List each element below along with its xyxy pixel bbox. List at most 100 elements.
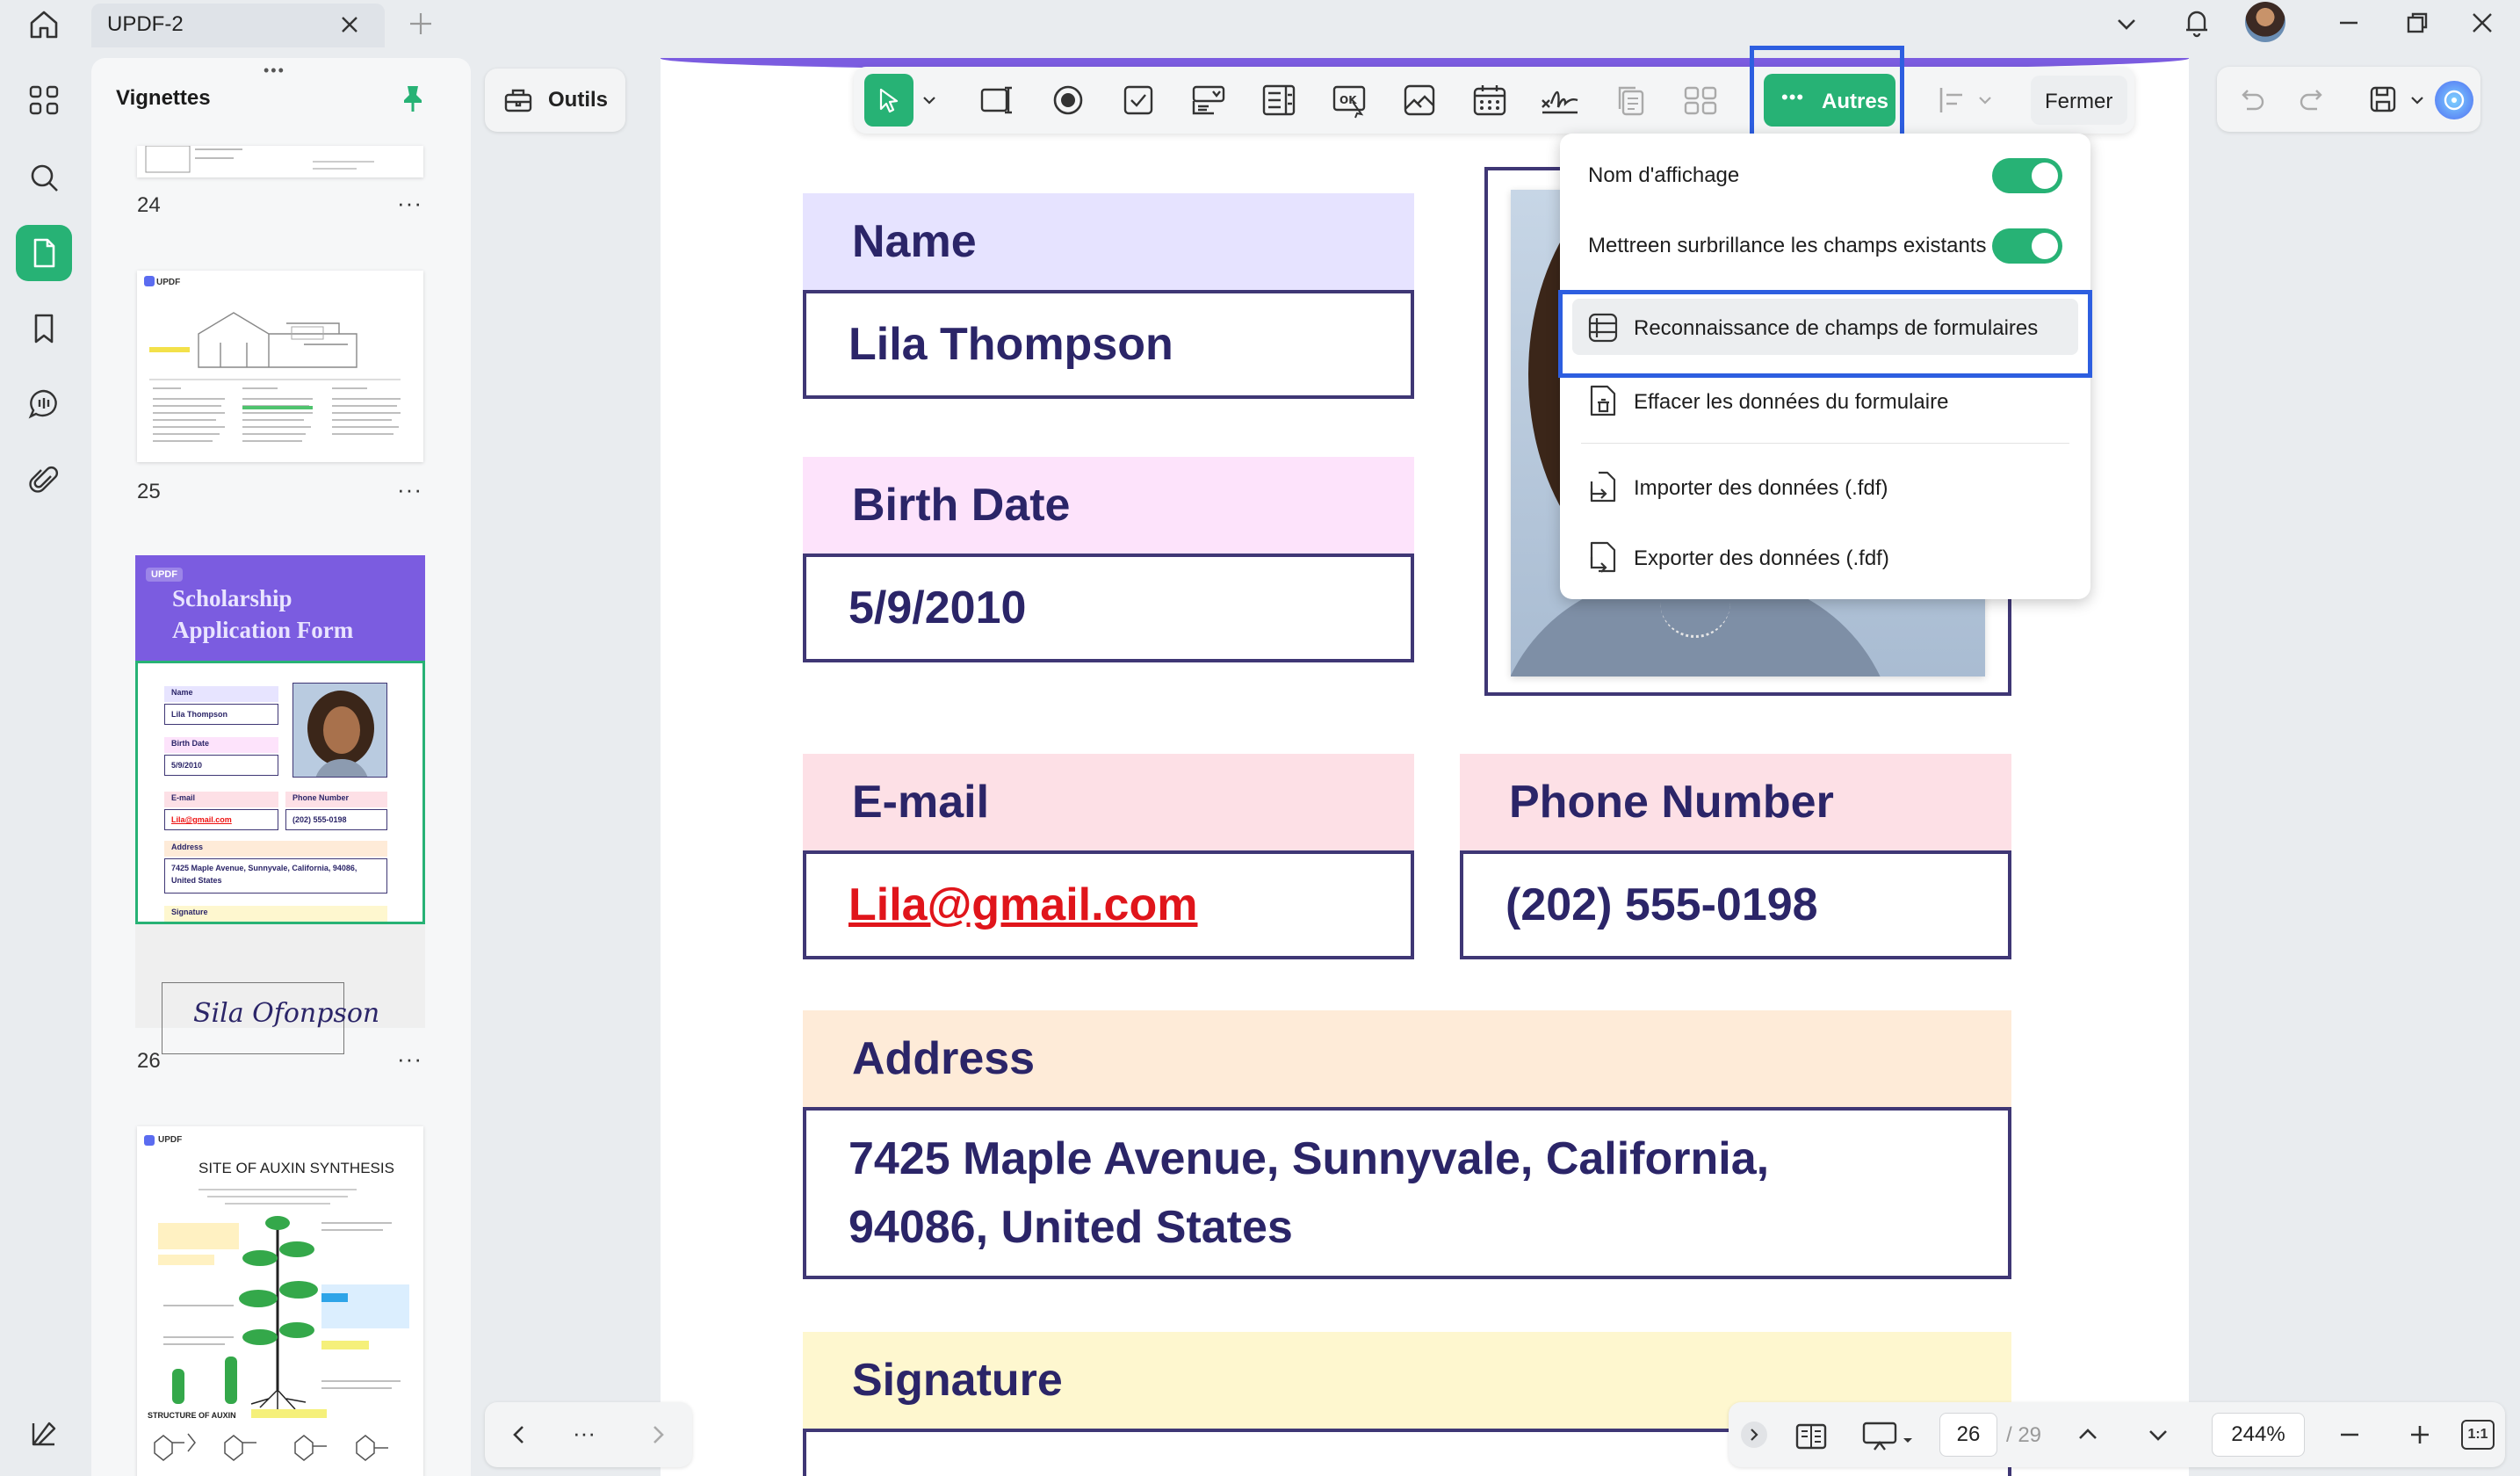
- menu-item-export-data[interactable]: Exporter des données (.fdf): [1572, 529, 2078, 585]
- tools-label: Outils: [548, 88, 609, 112]
- home-icon[interactable]: [26, 7, 61, 42]
- thumbnails-panel: ••• Vignettes 24 ··· UPDF 25 ··· UPDF Sc…: [91, 58, 471, 1476]
- chevron-down-icon[interactable]: [2407, 90, 2428, 111]
- name-field[interactable]: Lila Thompson: [803, 290, 1414, 399]
- chevron-down-icon[interactable]: [919, 90, 940, 111]
- thumb-value: Lila@gmail.com: [171, 815, 232, 824]
- text-field-icon[interactable]: [977, 79, 1019, 121]
- thumb-label: Name: [171, 688, 193, 697]
- date-field-icon[interactable]: [1469, 79, 1511, 121]
- document-tab[interactable]: UPDF-2: [91, 4, 385, 47]
- birth-date-label: Birth Date: [803, 457, 1414, 554]
- search-icon[interactable]: [16, 149, 72, 206]
- comment-icon[interactable]: [16, 376, 72, 432]
- reading-mode-icon[interactable]: [1794, 1418, 1829, 1453]
- page-more-button[interactable]: ···: [397, 190, 422, 217]
- radio-button-icon[interactable]: [1047, 79, 1089, 121]
- chevron-right-icon[interactable]: [643, 1420, 673, 1450]
- thumb-title: Scholarship: [172, 585, 292, 611]
- minimize-icon[interactable]: [2333, 7, 2365, 39]
- phone-field[interactable]: (202) 555-0198: [1460, 850, 2011, 959]
- page-navigation-bar: 26 / 29 244% 1:1: [1729, 1402, 2505, 1467]
- thumbnail-page-27[interactable]: UPDF SITE OF AUXIN SYNTHESIS STRUCTURE O…: [137, 1126, 423, 1476]
- signature-field-icon[interactable]: [1539, 79, 1581, 121]
- layers-icon[interactable]: [16, 1406, 72, 1462]
- rail-thumbnails-icon[interactable]: [16, 72, 72, 128]
- undo-icon[interactable]: [2235, 83, 2268, 116]
- export-icon: [1586, 539, 1620, 575]
- chevron-down-icon[interactable]: [2112, 9, 2141, 39]
- more-button[interactable]: ···: [573, 1420, 596, 1447]
- page-total: / 29: [2006, 1423, 2042, 1447]
- align-icon: [1931, 79, 1973, 121]
- plus-icon[interactable]: [406, 9, 436, 39]
- pages-icon[interactable]: [16, 225, 72, 281]
- presentation-dropdown-icon[interactable]: [1901, 1434, 1915, 1448]
- thumb-label: Address: [171, 843, 204, 851]
- zoom-input[interactable]: 244%: [2212, 1413, 2305, 1457]
- autres-menu: Nom d'affichage Mettreen surbrillance le…: [1558, 134, 2092, 599]
- thumb-label: Birth Date: [171, 739, 210, 748]
- button-field-icon[interactable]: OK: [1328, 79, 1370, 121]
- thumbnail-page-26[interactable]: UPDF Scholarship Application Form Name L…: [135, 555, 425, 1054]
- zoom-out-icon[interactable]: [2335, 1420, 2365, 1450]
- email-label: E-mail: [803, 754, 1414, 850]
- page-more-button[interactable]: ···: [397, 1046, 422, 1073]
- title-bar: UPDF-2: [0, 0, 2520, 49]
- list-box-icon[interactable]: [1258, 79, 1300, 121]
- bell-icon[interactable]: [2180, 5, 2213, 39]
- thumbnail-nav: ···: [485, 1402, 692, 1467]
- page-more-button[interactable]: ···: [397, 476, 422, 503]
- display-name-toggle[interactable]: [1992, 158, 2062, 193]
- birth-date-field[interactable]: 5/9/2010: [803, 554, 1414, 662]
- presentation-icon[interactable]: [1860, 1418, 1899, 1453]
- fermer-label: Fermer: [2045, 90, 2113, 113]
- toolbox-icon: [502, 84, 534, 116]
- chevron-up-icon[interactable]: [2073, 1420, 2103, 1450]
- avatar[interactable]: [2245, 2, 2285, 42]
- expand-icon[interactable]: [1741, 1422, 1767, 1448]
- menu-item-import-data[interactable]: Importer des données (.fdf): [1572, 459, 2078, 515]
- address-line: 7425 Maple Avenue, Sunnyvale, California…: [848, 1133, 1770, 1184]
- maximize-icon[interactable]: [2401, 7, 2433, 39]
- save-icon[interactable]: [2366, 83, 2400, 116]
- menu-item-clear-data[interactable]: Effacer les données du formulaire: [1572, 373, 2078, 429]
- bookmark-icon[interactable]: [16, 300, 72, 357]
- name-label: Name: [803, 193, 1414, 290]
- window-close-icon[interactable]: [2466, 7, 2498, 39]
- attachment-icon[interactable]: [16, 452, 72, 508]
- ai-assistant-icon[interactable]: [2435, 81, 2473, 119]
- close-icon[interactable]: [336, 11, 364, 39]
- pin-icon[interactable]: [397, 83, 429, 114]
- thumb-value: Lila Thompson: [171, 710, 227, 719]
- zoom-in-icon[interactable]: [2405, 1420, 2435, 1450]
- checkbox-icon[interactable]: [1117, 79, 1159, 121]
- menu-item-display-name[interactable]: Nom d'affichage: [1560, 151, 2090, 200]
- dropdown-field-icon[interactable]: [1188, 79, 1230, 121]
- tools-button[interactable]: Outils: [485, 69, 625, 132]
- address-field[interactable]: 7425 Maple Avenue, Sunnyvale, California…: [803, 1107, 2011, 1279]
- panel-drag-handle[interactable]: •••: [264, 62, 285, 80]
- phone-label: Phone Number: [1460, 754, 2011, 850]
- left-rail: [0, 53, 88, 1476]
- actual-size-button[interactable]: 1:1: [2461, 1420, 2495, 1450]
- email-field[interactable]: Lila@gmail.com: [803, 850, 1414, 959]
- menu-item-label: Nom d'affichage: [1588, 163, 1740, 187]
- menu-divider: [1581, 443, 2069, 444]
- page-number-input[interactable]: 26: [1939, 1413, 1997, 1457]
- actual-size-label: 1:1: [2467, 1427, 2488, 1442]
- redo-icon[interactable]: [2296, 83, 2329, 116]
- address-line: 94086, United States: [848, 1202, 1293, 1253]
- chevron-down-icon[interactable]: [2143, 1420, 2173, 1450]
- thumbnail-page-25[interactable]: UPDF: [137, 271, 423, 462]
- address-label: Address: [803, 1010, 2011, 1107]
- close-form-button[interactable]: Fermer: [2031, 76, 2127, 125]
- cursor-icon: [879, 88, 899, 113]
- chevron-left-icon[interactable]: [504, 1420, 534, 1450]
- image-field-icon[interactable]: [1398, 79, 1441, 121]
- menu-item-highlight-fields[interactable]: Mettreen surbrillance les champs existan…: [1560, 221, 2090, 271]
- thumb-title: SITE OF AUXIN SYNTHESIS: [199, 1160, 394, 1176]
- highlight-fields-toggle[interactable]: [1992, 228, 2062, 264]
- thumbnail-page-24[interactable]: [137, 146, 423, 177]
- select-tool-button[interactable]: [864, 74, 913, 127]
